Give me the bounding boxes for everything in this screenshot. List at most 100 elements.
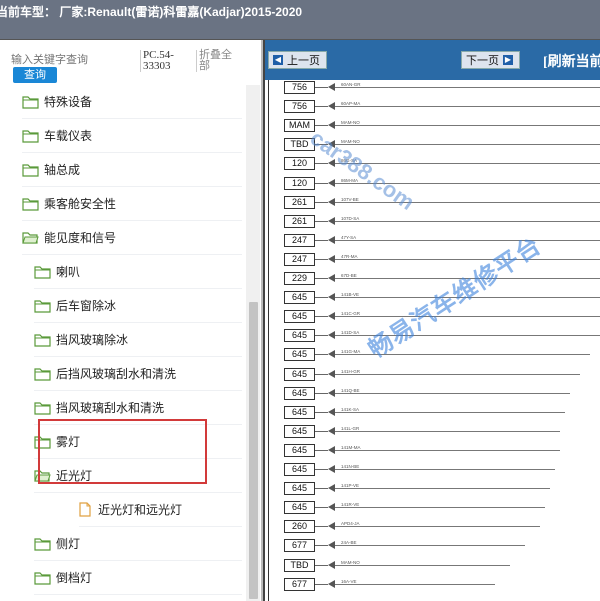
tree-item[interactable]: 特殊设备 xyxy=(22,85,242,119)
tree-item-label: 车载仪表 xyxy=(44,129,93,143)
file-icon xyxy=(79,502,98,517)
connector-box: 645 xyxy=(284,463,315,476)
wire-tick xyxy=(315,469,328,470)
wire-code: 141R-VE xyxy=(341,502,360,508)
folder-icon xyxy=(34,299,56,313)
vehicle-title: 当前车型： 厂家:Renault(雷诺)科雷嘉(Kadjar)2015-2020 xyxy=(0,5,303,19)
next-page-button[interactable]: 下一页 ▶ xyxy=(461,51,520,69)
arrow-left-icon xyxy=(328,235,335,244)
tree-item[interactable]: 乘客舱安全性 xyxy=(22,187,242,221)
tree-item-label: 乘客舱安全性 xyxy=(44,197,117,211)
wire-line xyxy=(335,239,600,241)
folder-icon xyxy=(22,129,44,143)
wire-row: 120 86G-SA xyxy=(265,156,600,175)
wire-line xyxy=(335,583,495,585)
connector-box: TBD xyxy=(284,558,315,572)
wire-row: 645 141P-VE xyxy=(265,481,600,500)
connector-box: 645 xyxy=(284,482,315,496)
wire-code: 141N-BE xyxy=(341,464,360,469)
connector-box: 260 xyxy=(284,520,315,534)
arrow-left-icon xyxy=(328,121,335,130)
wire-row: 645 141N-BE xyxy=(265,462,600,481)
connector-box: 756 xyxy=(284,100,315,114)
folder-icon xyxy=(22,163,44,177)
page-toolbar: ◀ 上一页 下一页 ▶ [刷新当前 xyxy=(265,40,600,80)
wire-tick xyxy=(315,87,328,88)
folder-icon xyxy=(22,197,44,211)
wire-code: 107D-SA xyxy=(341,215,360,221)
arrow-left-icon xyxy=(328,350,335,359)
tree-item-label: 近光灯和远光灯 xyxy=(98,503,183,517)
wire-tick xyxy=(315,488,328,490)
wire-tick xyxy=(315,163,328,165)
tree-item[interactable]: 侧灯 xyxy=(34,527,242,561)
connector-box: 645 xyxy=(284,310,315,324)
arrow-left-icon xyxy=(328,426,335,435)
wire-line xyxy=(335,392,570,394)
tree-item-label: 特殊设备 xyxy=(44,95,93,109)
wire-line xyxy=(335,469,555,470)
connector-box: 645 xyxy=(284,386,315,400)
tree-item[interactable]: 倒档灯 xyxy=(34,561,242,595)
tree-item[interactable]: 挡风玻璃除冰 xyxy=(34,323,242,357)
tree-item-label: 倒档灯 xyxy=(56,571,93,585)
search-button[interactable]: 查询 xyxy=(13,67,57,83)
tree-item[interactable]: 能见度和信号 xyxy=(22,221,242,255)
arrow-left-icon xyxy=(328,579,335,588)
tree-item[interactable]: 车载仪表 xyxy=(22,119,242,153)
wire-tick xyxy=(315,239,328,241)
collapse-all-button[interactable]: 折叠全部 xyxy=(196,50,236,72)
prev-page-button[interactable]: ◀ 上一页 xyxy=(268,51,327,69)
wire-tick xyxy=(315,220,328,222)
folder-icon xyxy=(34,265,56,279)
wire-tick xyxy=(315,354,328,356)
wire-line xyxy=(335,449,560,451)
wire-row: 677 16A-VE xyxy=(265,577,600,596)
wire-tick xyxy=(315,583,328,585)
tree-item[interactable]: 后车窗除冰 xyxy=(34,289,242,323)
left-panel: 查询 PC.54-33303 折叠全部 特殊设备车载仪表轴总成乘客舱安全性能见度… xyxy=(0,40,263,601)
wire-row: 247 47R-MA xyxy=(265,252,600,271)
connector-box: 645 xyxy=(284,367,315,381)
wire-code: 60AN-GR xyxy=(341,82,361,87)
scrollbar-thumb[interactable] xyxy=(249,302,258,599)
wire-code: 141M-MA xyxy=(341,444,361,450)
wire-code: 107V-BE xyxy=(341,196,359,202)
wire-row: TBD MAM-NO xyxy=(265,558,600,577)
wire-line xyxy=(335,144,600,146)
connector-box: 645 xyxy=(284,405,315,419)
tree-item-label: 后车窗除冰 xyxy=(56,299,117,313)
wire-row: 247 47Y-SA xyxy=(265,233,600,252)
wire-tick xyxy=(315,373,328,375)
wire-row: 645 141G-MA xyxy=(265,347,600,366)
wire-code: MAM-NO xyxy=(341,120,360,126)
wire-code: MAM-NO xyxy=(341,559,360,565)
tree-item[interactable]: 喇叭 xyxy=(34,255,242,289)
arrow-left-icon xyxy=(328,560,335,569)
wire-code: 141G-MA xyxy=(341,349,361,355)
connector-box: 645 xyxy=(284,329,315,343)
wire-line xyxy=(335,411,565,413)
wiring-diagram: 756 60AN-GR 756 60AP-MA MAM MAM-NO TBD MAM-NO 12… xyxy=(265,80,600,601)
wire-tick xyxy=(315,507,328,509)
wire-tick xyxy=(315,430,328,432)
tree-item[interactable]: 近光灯和远光灯 xyxy=(79,493,242,527)
wire-line xyxy=(335,87,600,88)
folder-icon xyxy=(34,333,56,347)
refresh-current-link[interactable]: [刷新当前 xyxy=(543,51,600,71)
wire-row: 120 86M-MA xyxy=(265,176,600,195)
wire-line xyxy=(335,373,580,375)
wire-code: 141B-VE xyxy=(341,292,360,298)
connector-box: 756 xyxy=(284,81,315,94)
folder-open-icon xyxy=(22,231,44,245)
wire-line xyxy=(335,106,600,108)
tree-item[interactable]: 轴总成 xyxy=(22,153,242,187)
wire-tick xyxy=(315,526,328,528)
connector-box: 645 xyxy=(284,291,315,305)
folder-icon xyxy=(34,571,56,585)
tree-scrollbar[interactable] xyxy=(246,85,260,601)
wire-row: 645 141Q-BE xyxy=(265,386,600,405)
arrow-left-icon xyxy=(328,83,335,91)
title-bar: 当前车型： 厂家:Renault(雷诺)科雷嘉(Kadjar)2015-2020 xyxy=(0,0,600,40)
tree-item[interactable]: 后挡风玻璃刮水和清洗 xyxy=(34,357,242,391)
